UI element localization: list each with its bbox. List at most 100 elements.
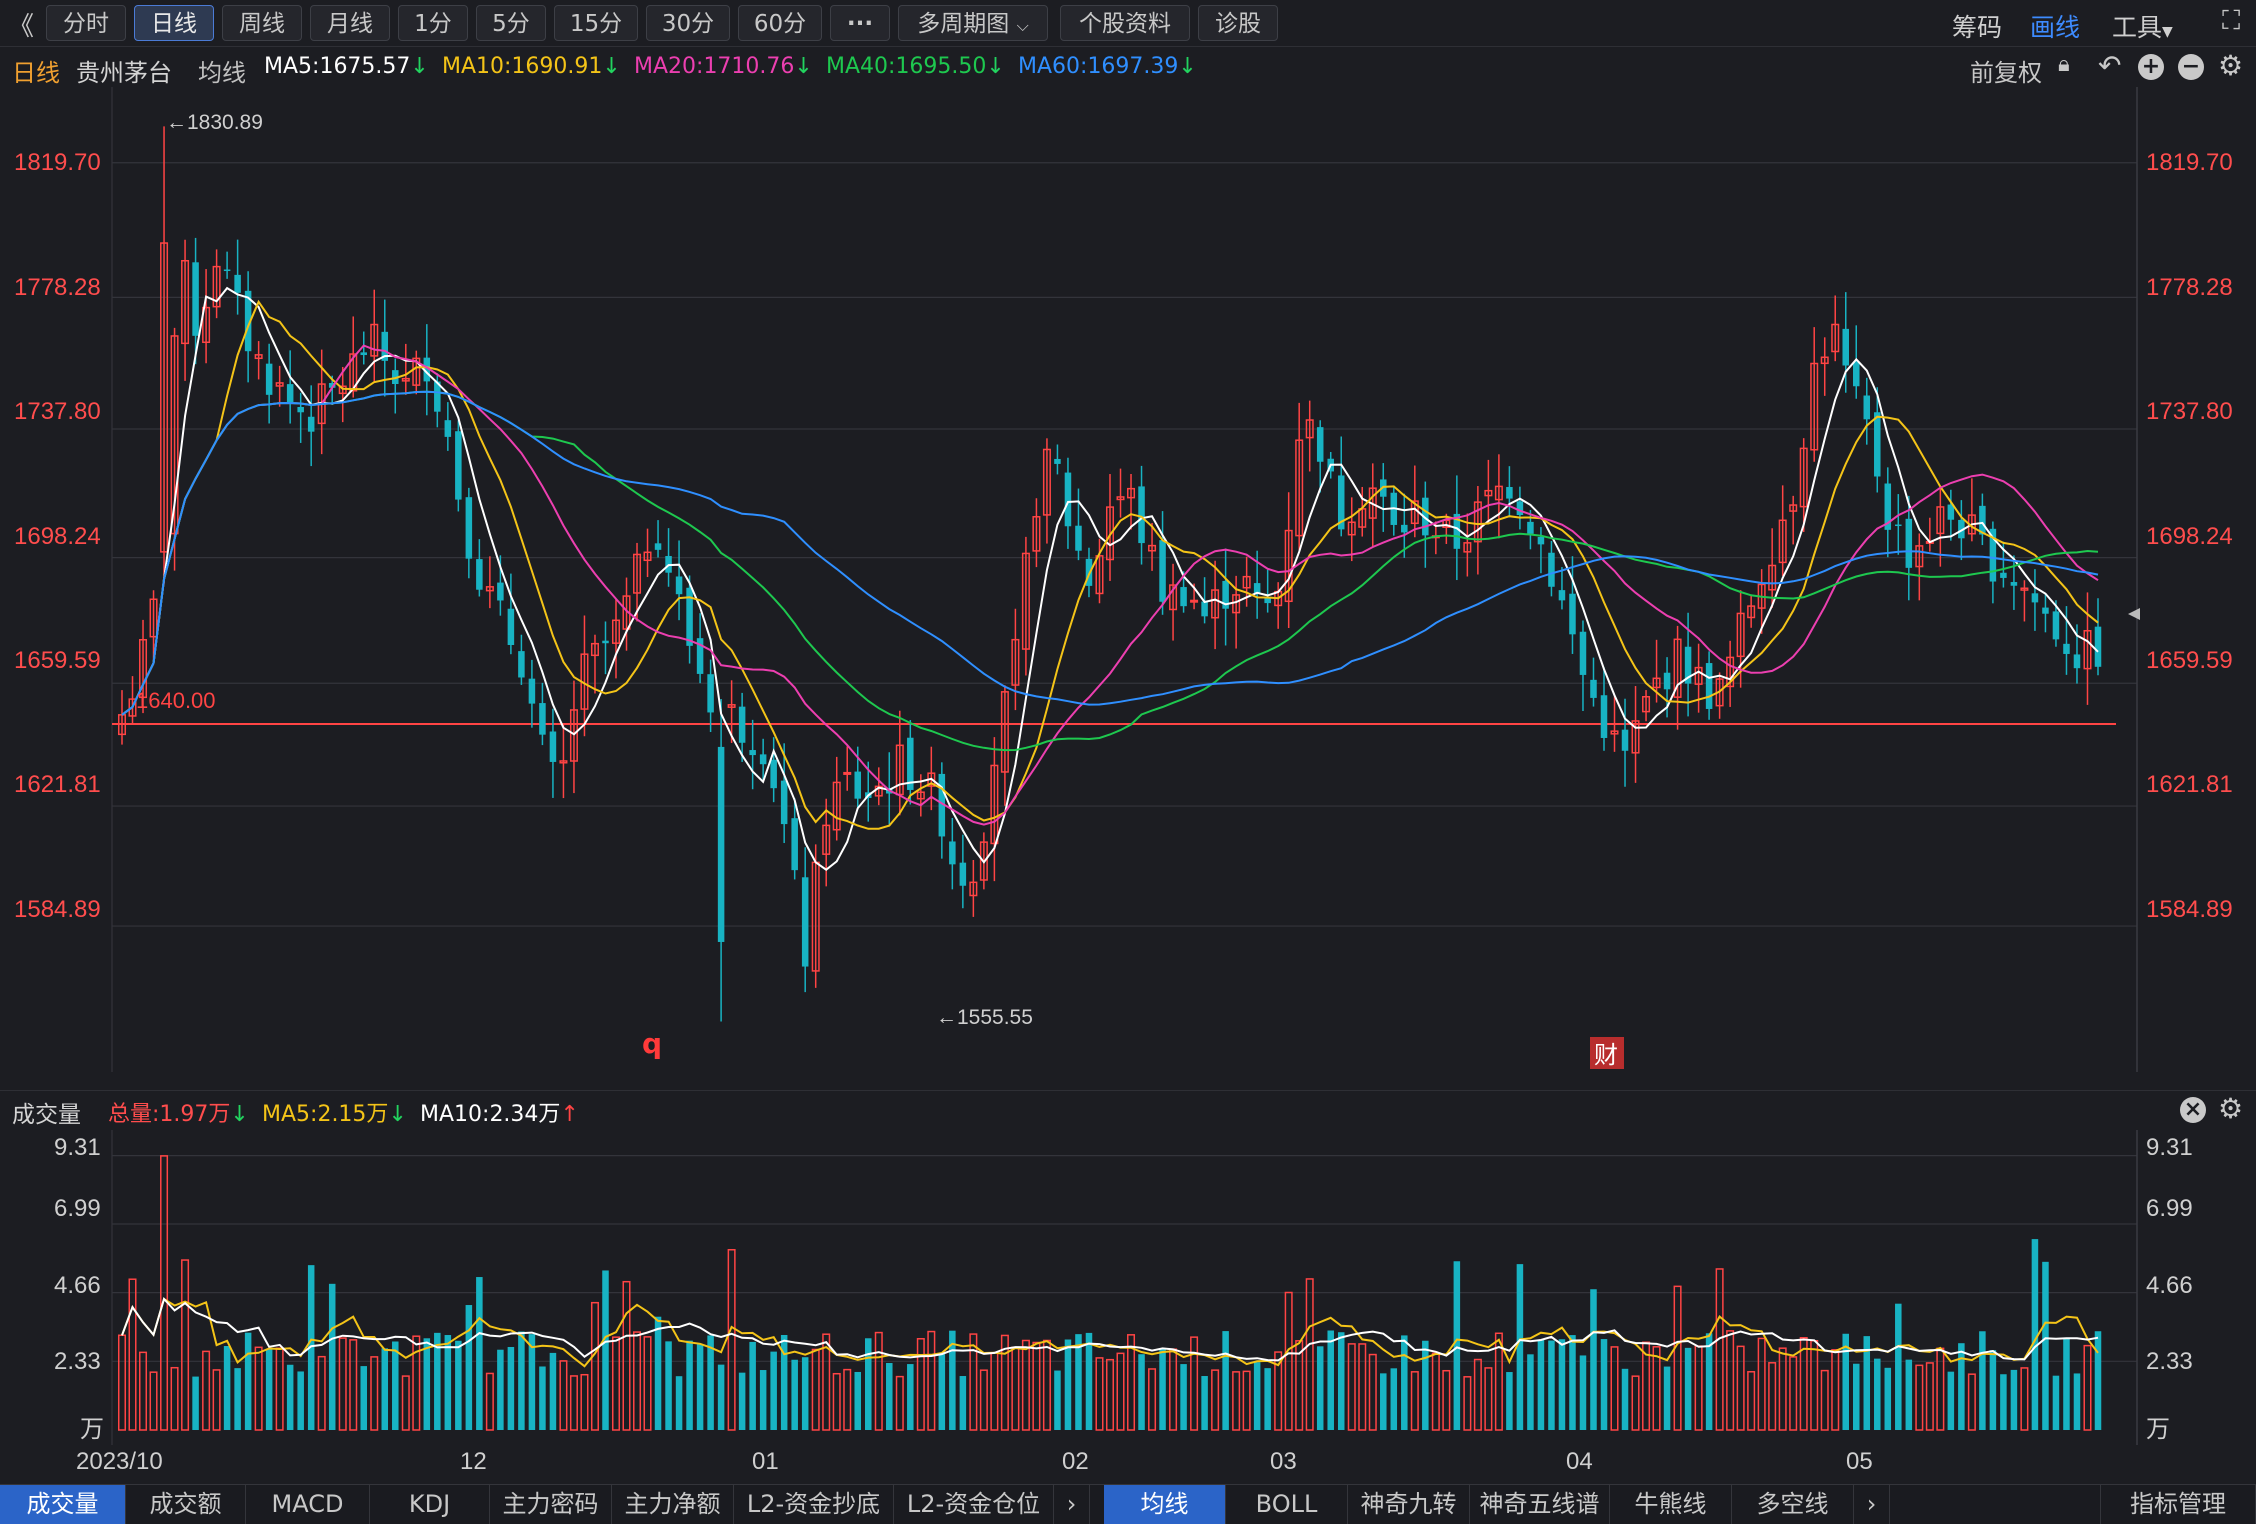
close-indicator-icon[interactable]: × bbox=[2180, 1097, 2206, 1123]
volume-bar bbox=[2073, 1373, 2081, 1430]
candlestick-chart[interactable]: ←1830.89 ←1555.55 1640.00 q 财 bbox=[0, 87, 2256, 1072]
top-toolbar: 《 分时 日线 周线 月线 1分 5分 15分 30分 60分 ··· 多周期图… bbox=[0, 0, 2256, 47]
more-icon[interactable]: ··· bbox=[830, 5, 890, 41]
indicator-settings-gear-icon[interactable]: ⚙ bbox=[2218, 1092, 2243, 1125]
volume-bar bbox=[1527, 1354, 1534, 1430]
btn-chips[interactable]: 筹码 bbox=[1952, 8, 2002, 44]
tab-main-net[interactable]: 主力净额 bbox=[612, 1485, 734, 1524]
marker-q[interactable]: q bbox=[642, 1027, 662, 1060]
candle bbox=[1316, 427, 1324, 462]
volume-bar bbox=[1705, 1333, 1713, 1430]
volume-bar bbox=[370, 1356, 379, 1431]
btn-draw[interactable]: 画线 bbox=[2030, 8, 2080, 44]
settings-gear-icon[interactable]: ⚙ bbox=[2218, 49, 2243, 82]
candle bbox=[2052, 611, 2060, 640]
candle bbox=[1075, 525, 1082, 551]
x-label-0: 2023/10 bbox=[76, 1448, 163, 1475]
adjust-mode[interactable]: 前复权 bbox=[1970, 53, 2042, 88]
x-label-5: 04 bbox=[1566, 1448, 1593, 1475]
tab-main-code[interactable]: 主力密码 bbox=[490, 1485, 612, 1524]
volume-bar bbox=[1431, 1352, 1440, 1431]
tab-volume[interactable]: 成交量 bbox=[0, 1485, 126, 1524]
candle bbox=[2094, 626, 2102, 667]
btn-15fen[interactable]: 15分 bbox=[554, 5, 638, 41]
volume-bar bbox=[675, 1376, 683, 1430]
tab-kdj[interactable]: KDJ bbox=[370, 1485, 490, 1524]
candle bbox=[2000, 572, 2007, 578]
volume-bar bbox=[1579, 1355, 1587, 1430]
tab-turnover[interactable]: 成交额 bbox=[126, 1485, 246, 1524]
tab-l2-bottom[interactable]: L2-资金抄底 bbox=[734, 1485, 894, 1524]
ma20-value: MA20:1710.76↓ bbox=[634, 54, 813, 79]
marker-cai[interactable]: 财 bbox=[1594, 1041, 1618, 1069]
candle bbox=[1159, 540, 1166, 602]
volume-bar bbox=[1242, 1370, 1251, 1431]
lock-icon[interactable]: 🔒︎ bbox=[2058, 52, 2070, 77]
volume-bar bbox=[791, 1359, 798, 1430]
volume-bar bbox=[727, 1249, 736, 1431]
volume-bar bbox=[1967, 1373, 1976, 1431]
volume-bar bbox=[244, 1332, 252, 1430]
ma-label[interactable]: 均线 bbox=[198, 53, 246, 88]
btn-stock-info[interactable]: 个股资料 bbox=[1060, 5, 1190, 41]
tab-ma[interactable]: 均线 bbox=[1104, 1485, 1226, 1524]
btn-fenshi[interactable]: 分时 bbox=[46, 5, 126, 41]
volume-bar bbox=[1347, 1343, 1356, 1431]
volume-chart[interactable] bbox=[0, 1130, 2256, 1445]
volume-bar bbox=[1042, 1339, 1051, 1431]
tab-magic-five[interactable]: 神奇五线谱 bbox=[1470, 1485, 1610, 1524]
candle bbox=[1190, 599, 1199, 603]
candle bbox=[1621, 729, 1629, 751]
candle bbox=[1705, 663, 1713, 709]
volume-bar bbox=[916, 1338, 925, 1431]
volume-bar bbox=[518, 1331, 525, 1430]
tab-l2-position[interactable]: L2-资金仓位 bbox=[894, 1485, 1054, 1524]
volume-bar bbox=[2083, 1344, 2092, 1431]
btn-zhouxian[interactable]: 周线 bbox=[222, 5, 302, 41]
zoom-in-icon[interactable]: + bbox=[2138, 54, 2164, 80]
btn-5fen[interactable]: 5分 bbox=[476, 5, 546, 41]
tab-macd[interactable]: MACD bbox=[246, 1485, 370, 1524]
volume-bar bbox=[1684, 1347, 1692, 1430]
x-label-1: 12 bbox=[460, 1448, 487, 1475]
candle bbox=[949, 841, 956, 865]
stock-name: 贵州茅台 bbox=[76, 59, 172, 87]
volume-bar bbox=[580, 1373, 589, 1431]
back-icon[interactable]: 《 bbox=[8, 6, 34, 43]
tabs-right-next-icon[interactable]: › bbox=[1854, 1485, 1890, 1524]
undo-icon[interactable]: ↶ bbox=[2098, 49, 2121, 82]
volume-bar bbox=[549, 1352, 557, 1430]
volume-bar bbox=[686, 1340, 693, 1430]
btn-30fen[interactable]: 30分 bbox=[646, 5, 730, 41]
volume-bar bbox=[2094, 1331, 2102, 1430]
candle bbox=[1138, 486, 1145, 544]
btn-tools[interactable]: 工具▼ bbox=[2112, 8, 2173, 44]
tab-long-short[interactable]: 多空线 bbox=[1732, 1485, 1854, 1524]
chevron-down-icon: ⌵ bbox=[1016, 16, 1029, 35]
volume-bar bbox=[2042, 1261, 2049, 1430]
candle bbox=[1874, 412, 1881, 477]
zoom-out-icon[interactable]: − bbox=[2178, 54, 2204, 80]
candle bbox=[297, 406, 304, 413]
candle bbox=[770, 759, 777, 789]
btn-rixian[interactable]: 日线 bbox=[134, 5, 214, 41]
btn-yuexian[interactable]: 月线 bbox=[310, 5, 390, 41]
candle bbox=[759, 754, 767, 765]
volume-bar bbox=[1820, 1369, 1829, 1431]
tab-magic-nine[interactable]: 神奇九转 bbox=[1348, 1485, 1470, 1524]
btn-60fen[interactable]: 60分 bbox=[738, 5, 822, 41]
fullscreen-icon[interactable]: ⛶ bbox=[2222, 6, 2240, 37]
btn-1fen[interactable]: 1分 bbox=[398, 5, 468, 41]
volume-total: 总量:1.97万↓ bbox=[108, 1102, 249, 1127]
btn-diagnose[interactable]: 诊股 bbox=[1198, 5, 1278, 41]
volume-bar bbox=[1484, 1367, 1493, 1431]
volume-bar bbox=[349, 1339, 358, 1431]
tabs-left-next-icon[interactable]: › bbox=[1054, 1485, 1090, 1524]
volume-bar bbox=[1401, 1335, 1408, 1430]
tab-boll[interactable]: BOLL bbox=[1226, 1485, 1348, 1524]
btn-multi-period[interactable]: 多周期图 ⌵ bbox=[898, 5, 1048, 41]
indicator-manage-button[interactable]: 指标管理 bbox=[2100, 1485, 2256, 1524]
tab-bull-bear[interactable]: 牛熊线 bbox=[1610, 1485, 1732, 1524]
volume-bar bbox=[1947, 1371, 1955, 1430]
volume-bar bbox=[485, 1372, 494, 1431]
